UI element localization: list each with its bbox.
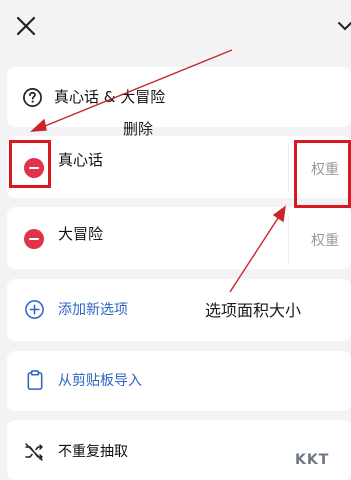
paste-import-button[interactable]: 从剪贴板导入 [7, 351, 351, 411]
delete-highlight-box [9, 140, 51, 188]
no-repeat-label: 不重复抽取 [58, 444, 128, 460]
minus-circle-icon[interactable] [24, 229, 44, 249]
shuffle-off-icon [25, 443, 43, 461]
plus-circle-icon [25, 300, 44, 319]
option-label[interactable]: 真心话 [58, 150, 103, 170]
close-icon[interactable] [14, 14, 38, 38]
watermark: KKT [291, 450, 351, 472]
option-row[interactable]: 大冒险 权重 [7, 207, 351, 269]
clipboard-icon [27, 370, 43, 390]
title-row[interactable]: 真心话 & 大冒险 [7, 67, 351, 127]
annotation-area-label: 选项面积大小 [205, 301, 302, 320]
option-label[interactable]: 大冒险 [58, 224, 103, 244]
annotation-delete-label: 删除 [123, 120, 154, 138]
title-text: 真心话 & 大冒险 [54, 88, 166, 106]
watermark-text: KKT [295, 452, 330, 468]
check-icon[interactable] [337, 18, 351, 34]
weight-placeholder: 权重 [311, 233, 339, 249]
top-bar [0, 0, 351, 58]
paste-import-label: 从剪贴板导入 [58, 373, 142, 389]
weight-highlight-box [294, 140, 351, 208]
question-circle-icon [23, 88, 42, 107]
add-option-label: 添加新选项 [58, 302, 128, 318]
weight-field[interactable]: 权重 [288, 215, 351, 263]
